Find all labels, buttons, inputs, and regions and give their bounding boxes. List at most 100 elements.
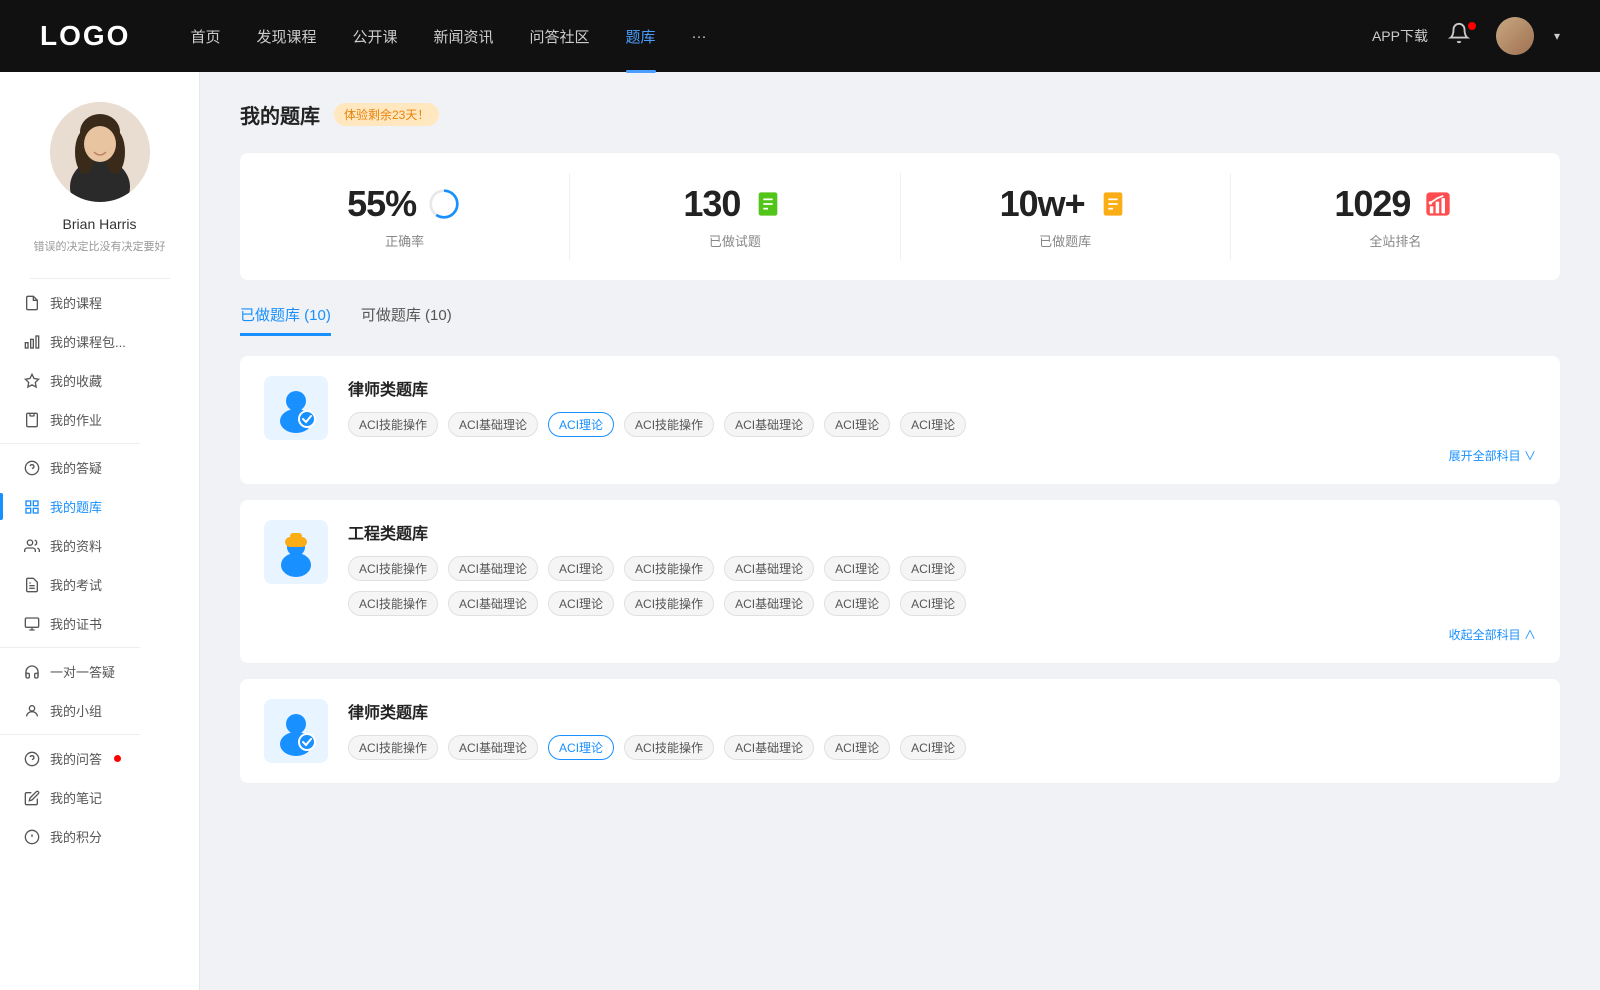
sidebar-item-6[interactable]: 我的资料 bbox=[0, 526, 199, 565]
tag-2-4[interactable]: ACI基础理论 bbox=[724, 735, 814, 760]
qbank-card-header-1: 工程类题库 ACI技能操作 ACI基础理论 ACI理论 ACI技能操作 ACI基础理论 A… bbox=[264, 520, 1536, 643]
sidebar-item-7[interactable]: 我的考试 bbox=[0, 565, 199, 604]
sidebar-divider bbox=[0, 647, 140, 648]
tag-1-0[interactable]: ACI技能操作 bbox=[348, 556, 438, 581]
nav-link-首页[interactable]: 首页 bbox=[190, 26, 220, 47]
qbank-content-2: 律师类题库 ACI技能操作ACI基础理论ACI理论ACI技能操作ACI基础理论A… bbox=[348, 699, 1536, 760]
tag-0-5[interactable]: ACI理论 bbox=[824, 412, 890, 437]
app-download-link[interactable]: APP下载 bbox=[1372, 26, 1428, 46]
tab-0[interactable]: 已做题库 (10) bbox=[240, 304, 331, 336]
qbank-icon-2 bbox=[264, 699, 328, 763]
sidebar-item-5[interactable]: 我的题库 bbox=[0, 487, 199, 526]
sidebar-item-11[interactable]: 我的问答 bbox=[0, 739, 199, 778]
tag-1-5[interactable]: ACI理论 bbox=[824, 556, 890, 581]
sidebar-item-label-5: 我的题库 bbox=[50, 497, 102, 516]
sidebar-item-10[interactable]: 我的小组 bbox=[0, 691, 199, 730]
qbank-title-1: 工程类题库 bbox=[348, 520, 1536, 544]
qbank-card-2: 律师类题库 ACI技能操作ACI基础理论ACI理论ACI技能操作ACI基础理论A… bbox=[240, 679, 1560, 783]
stat-top-3: 1029 bbox=[1334, 183, 1456, 225]
nav-link-问答社区[interactable]: 问答社区 bbox=[530, 26, 590, 47]
qbank-card-0: 律师类题库 ACI技能操作ACI基础理论ACI理论ACI技能操作ACI基础理论A… bbox=[240, 356, 1560, 484]
sidebar-item-2[interactable]: 我的收藏 bbox=[0, 361, 199, 400]
qbank-tags-2: ACI技能操作 ACI基础理论 ACI理论 ACI技能操作 ACI基础理论 ACI理论 AC… bbox=[348, 735, 1536, 760]
stat-top-1: 130 bbox=[683, 183, 786, 225]
user-avatar[interactable] bbox=[1496, 17, 1534, 55]
tag-2-1[interactable]: ACI基础理论 bbox=[448, 735, 538, 760]
navbar: LOGO 首页发现课程公开课新闻资讯问答社区题库··· APP下载 ▾ bbox=[0, 0, 1600, 72]
file-text-icon bbox=[24, 577, 40, 593]
notification-bell[interactable] bbox=[1448, 22, 1476, 50]
sidebar-item-12[interactable]: 我的笔记 bbox=[0, 778, 199, 817]
tag-0-3[interactable]: ACI技能操作 bbox=[624, 412, 714, 437]
sidebar-item-label-9: 一对一答疑 bbox=[50, 662, 115, 681]
sidebar-divider bbox=[0, 734, 140, 735]
qbank-content-1: 工程类题库 ACI技能操作 ACI基础理论 ACI理论 ACI技能操作 ACI基础理论 A… bbox=[348, 520, 1536, 643]
tab-1[interactable]: 可做题库 (10) bbox=[361, 304, 452, 336]
stat-top-0: 55% bbox=[347, 183, 462, 225]
sidebar-item-3[interactable]: 我的作业 bbox=[0, 400, 199, 439]
sidebar-item-label-0: 我的课程 bbox=[50, 293, 102, 312]
sidebar-badge-11 bbox=[114, 755, 121, 762]
stat-value-1: 130 bbox=[683, 183, 740, 225]
stat-item-0: 55% 正确率 bbox=[240, 173, 570, 260]
nav-link-发现课程[interactable]: 发现课程 bbox=[256, 26, 316, 47]
tag-2-3[interactable]: ACI技能操作 bbox=[624, 735, 714, 760]
tag-row2-1-6[interactable]: ACI理论 bbox=[900, 591, 966, 616]
star-icon bbox=[24, 373, 40, 389]
collapse-link-1[interactable]: 收起全部科目 ∧ bbox=[348, 626, 1536, 643]
qbank-icon-1 bbox=[264, 520, 328, 584]
qbank-tags-0: ACI技能操作 ACI基础理论 ACI理论 ACI技能操作 ACI基础理论 ACI理论 AC… bbox=[348, 412, 1536, 437]
user-menu-chevron[interactable]: ▾ bbox=[1554, 29, 1560, 43]
stat-item-3: 1029 全站排名 bbox=[1231, 173, 1560, 260]
sidebar-item-8[interactable]: 我的证书 bbox=[0, 604, 199, 643]
navbar-links: 首页 发现课程 公开课 新闻资讯 问答社区 题库 ··· bbox=[190, 26, 1372, 47]
sidebar-item-0[interactable]: 我的课程 bbox=[0, 283, 199, 322]
tag-2-5[interactable]: ACI理论 bbox=[824, 735, 890, 760]
sidebar-avatar bbox=[50, 102, 150, 202]
headset-icon bbox=[24, 664, 40, 680]
stat-top-2: 10w+ bbox=[1000, 183, 1131, 225]
tag-1-4[interactable]: ACI基础理论 bbox=[724, 556, 814, 581]
tag-row2-1-0[interactable]: ACI技能操作 bbox=[348, 591, 438, 616]
tag-0-1[interactable]: ACI基础理论 bbox=[448, 412, 538, 437]
nav-link-题库[interactable]: 题库 bbox=[626, 26, 656, 47]
tag-0-6[interactable]: ACI理论 bbox=[900, 412, 966, 437]
tag-2-2[interactable]: ACI理论 bbox=[548, 735, 614, 760]
tag-row2-1-5[interactable]: ACI理论 bbox=[824, 591, 890, 616]
tag-row2-1-4[interactable]: ACI基础理论 bbox=[724, 591, 814, 616]
tag-0-4[interactable]: ACI基础理论 bbox=[724, 412, 814, 437]
expand-link-0[interactable]: 展开全部科目 ∨ bbox=[348, 447, 1536, 464]
file-icon bbox=[24, 295, 40, 311]
tag-1-3[interactable]: ACI技能操作 bbox=[624, 556, 714, 581]
qbank-title-0: 律师类题库 bbox=[348, 376, 1536, 400]
tag-1-6[interactable]: ACI理论 bbox=[900, 556, 966, 581]
nav-link-公开课[interactable]: 公开课 bbox=[352, 26, 397, 47]
stat-item-2: 10w+ 已做题库 bbox=[901, 173, 1231, 260]
nav-link-···[interactable]: ··· bbox=[692, 28, 707, 45]
sidebar-item-label-11: 我的问答 bbox=[50, 749, 102, 768]
tag-0-0[interactable]: ACI技能操作 bbox=[348, 412, 438, 437]
sidebar-username: Brian Harris bbox=[63, 216, 137, 232]
sidebar-item-label-6: 我的资料 bbox=[50, 536, 102, 555]
tag-1-1[interactable]: ACI基础理论 bbox=[448, 556, 538, 581]
avatar-image bbox=[50, 102, 150, 202]
pencil-icon bbox=[24, 790, 40, 806]
tag-row2-1-2[interactable]: ACI理论 bbox=[548, 591, 614, 616]
main-layout: Brian Harris 错误的决定比没有决定要好 我的课程我的课程包...我的… bbox=[0, 72, 1600, 990]
sidebar-item-label-8: 我的证书 bbox=[50, 614, 102, 633]
stat-icon-0 bbox=[426, 186, 462, 222]
nav-link-新闻资讯[interactable]: 新闻资讯 bbox=[434, 26, 494, 47]
tag-2-6[interactable]: ACI理论 bbox=[900, 735, 966, 760]
tag-2-0[interactable]: ACI技能操作 bbox=[348, 735, 438, 760]
stat-icon-2 bbox=[1095, 186, 1131, 222]
tag-1-2[interactable]: ACI理论 bbox=[548, 556, 614, 581]
tag-0-2[interactable]: ACI理论 bbox=[548, 412, 614, 437]
sidebar-item-1[interactable]: 我的课程包... bbox=[0, 322, 199, 361]
sidebar-item-13[interactable]: 我的积分 bbox=[0, 817, 199, 856]
sidebar-item-9[interactable]: 一对一答疑 bbox=[0, 652, 199, 691]
question-icon bbox=[24, 751, 40, 767]
sidebar-item-4[interactable]: 我的答疑 bbox=[0, 448, 199, 487]
tag-row2-1-3[interactable]: ACI技能操作 bbox=[624, 591, 714, 616]
notification-dot bbox=[1468, 22, 1476, 30]
tag-row2-1-1[interactable]: ACI基础理论 bbox=[448, 591, 538, 616]
